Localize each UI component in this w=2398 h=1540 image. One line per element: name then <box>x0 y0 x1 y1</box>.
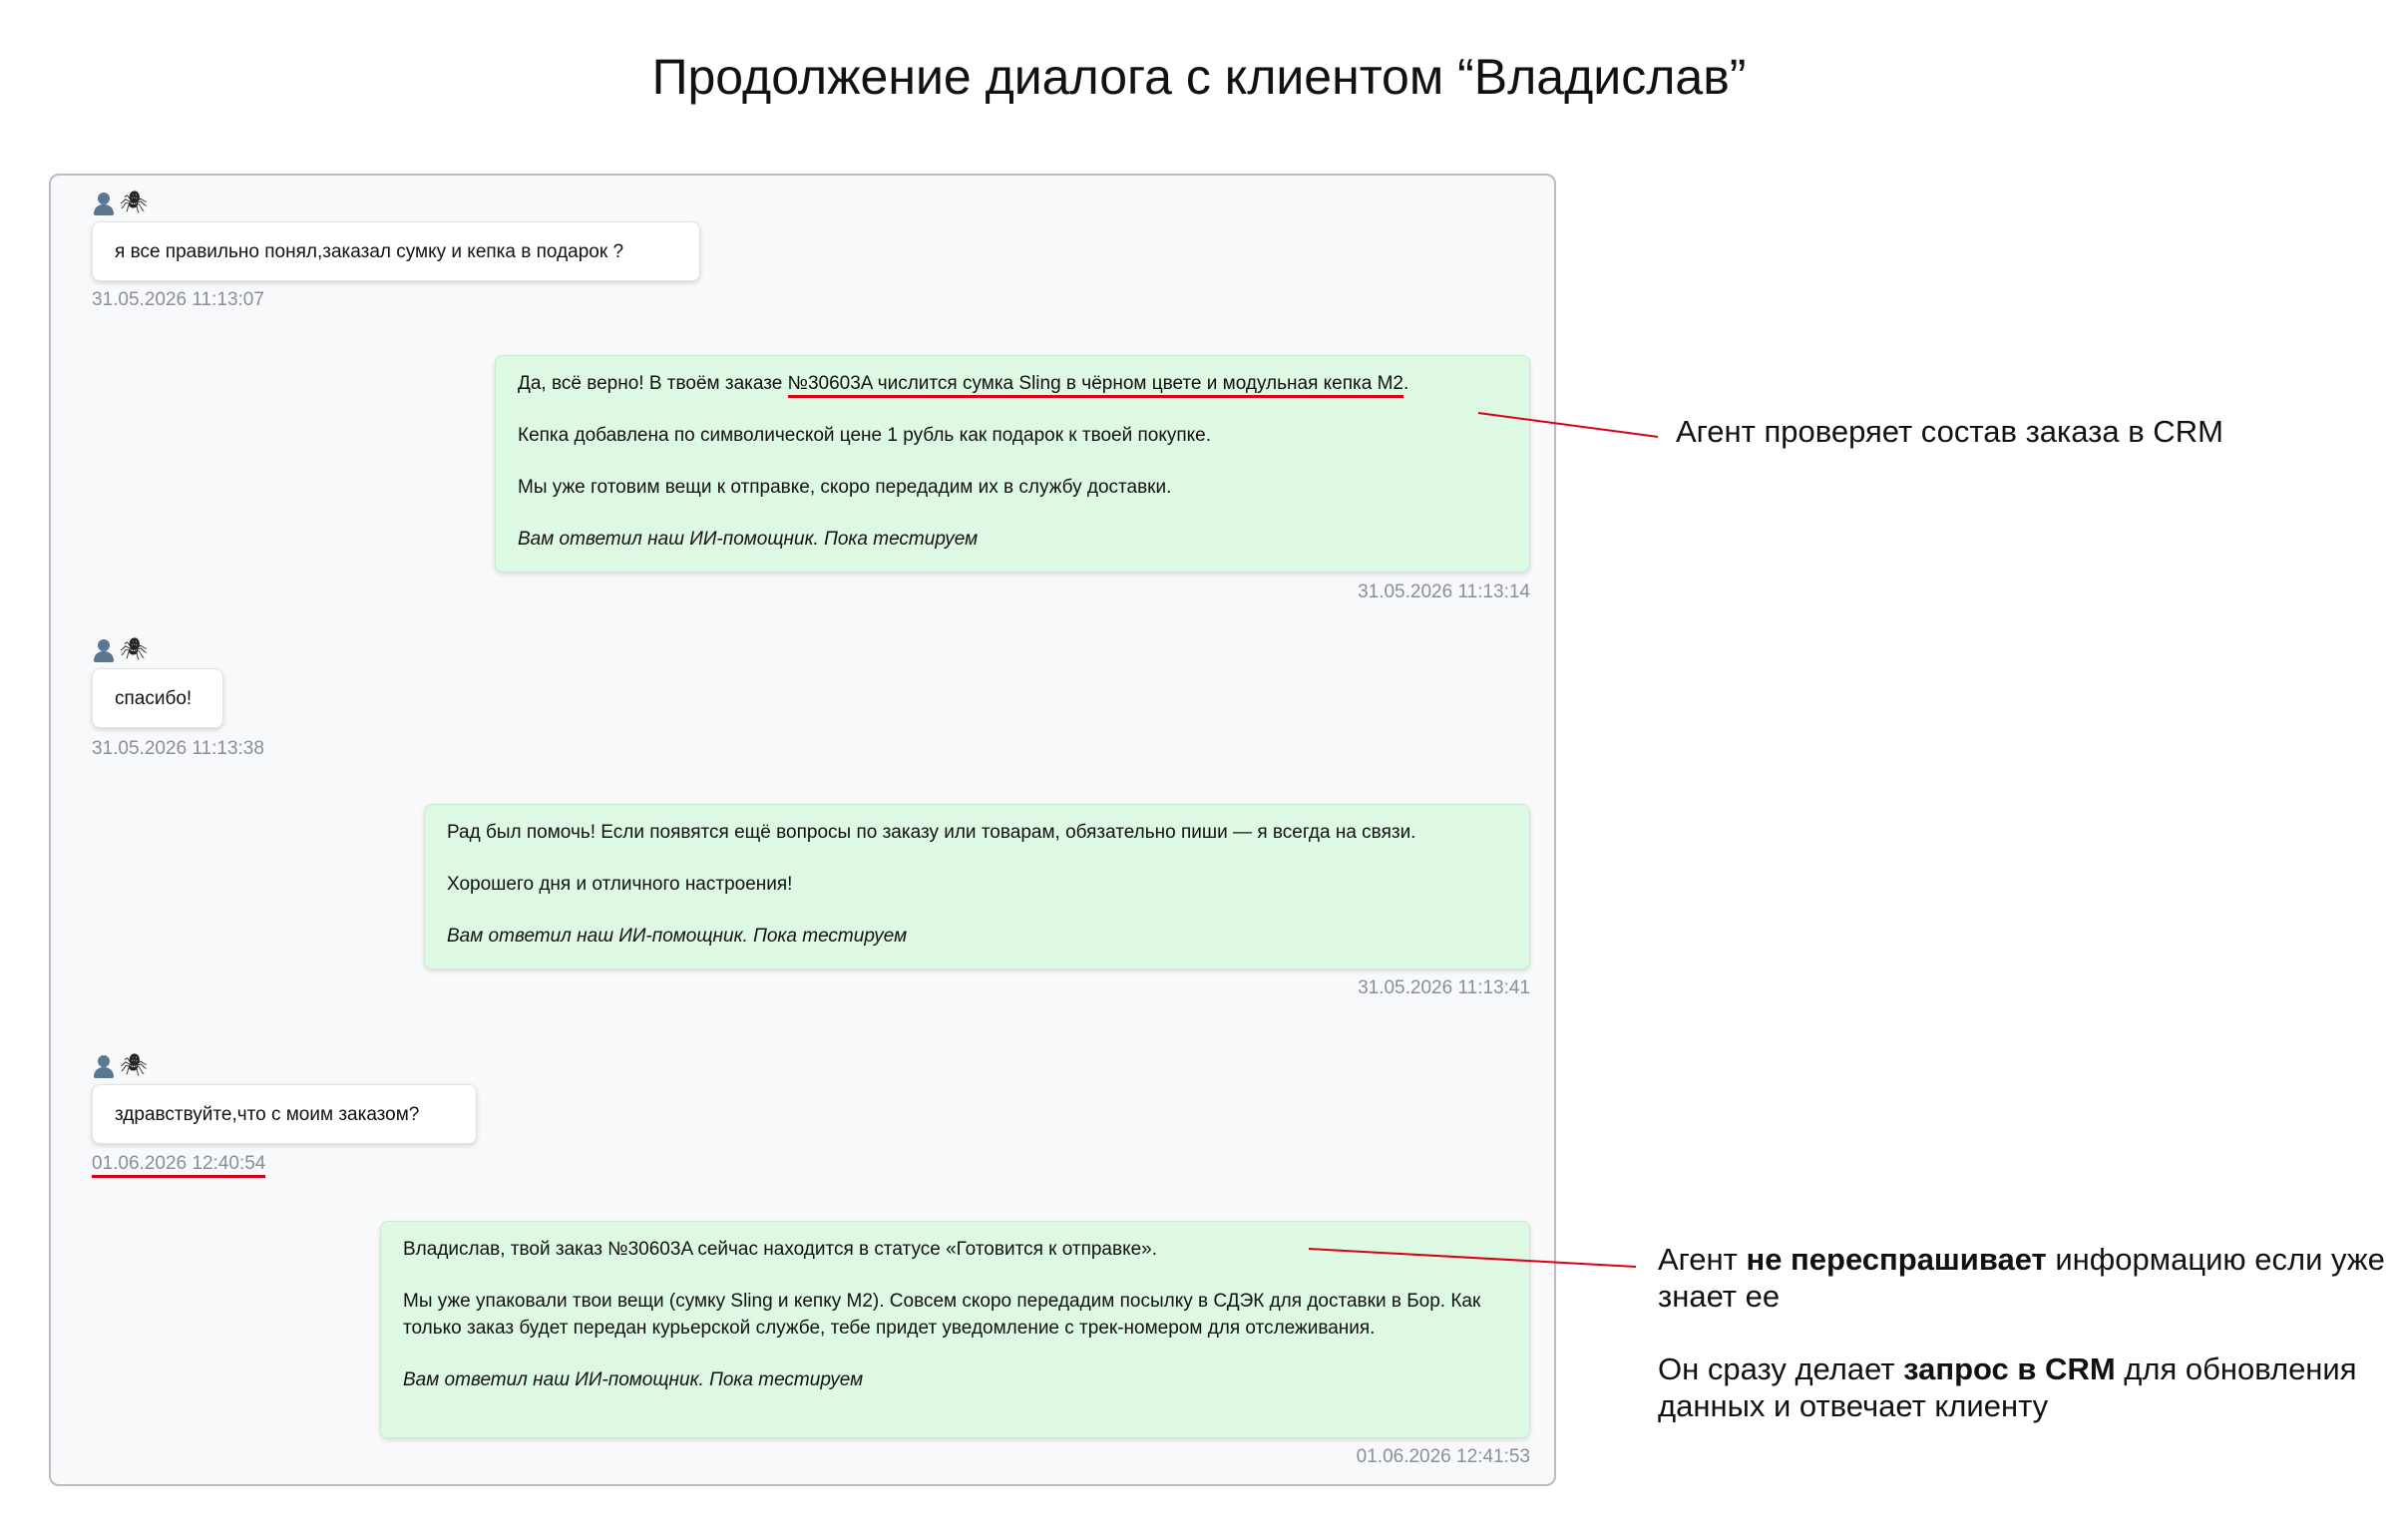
client-message: спасибо! <box>92 668 223 728</box>
message-timestamp: 31.05.2026 11:13:14 <box>1358 581 1530 602</box>
annotation-paragraph: Агент не переспрашивает информацию если … <box>1658 1242 2385 1314</box>
message-line: Хорошего дня и отличного настроения! <box>447 874 793 895</box>
ai-signature: Вам ответил наш ИИ-помощник. Пока тестир… <box>518 529 979 550</box>
message-text: спасибо! <box>115 687 193 709</box>
agent-message: Владислав, твой заказ №30603A сейчас нах… <box>380 1221 1530 1438</box>
order-highlight: №30603A числится сумка Sling в чёрном цв… <box>787 373 1403 398</box>
message-text: я все правильно понял,заказал сумку и ке… <box>115 240 624 262</box>
client-message: здравствуйте,что с моим заказом? <box>92 1084 477 1144</box>
client-message: я все правильно понял,заказал сумку и ке… <box>92 221 700 281</box>
client-avatar: 🕷 <box>92 190 148 217</box>
message-timestamp: 31.05.2026 11:13:07 <box>92 289 264 310</box>
annotation-no-reask: Агент не переспрашивает информацию если … <box>1658 1241 2386 1424</box>
client-avatar: 🕷 <box>92 636 148 664</box>
message-line: Да, всё верно! В твоём заказе №30603A чи… <box>518 370 1507 398</box>
message-timestamp: 01.06.2026 12:40:54 <box>92 1153 266 1178</box>
user-icon <box>92 638 116 662</box>
agent-message: Рад был помочь! Если появятся ещё вопрос… <box>424 804 1530 969</box>
agent-message: Да, всё верно! В твоём заказе №30603A чи… <box>495 355 1530 573</box>
annotation-crm-check: Агент проверяет состав заказа в CRM <box>1676 414 2223 449</box>
client-avatar: 🕷 <box>92 1052 148 1080</box>
page-title: Продолжение диалога с клиентом “Владисла… <box>651 49 1747 105</box>
message-line: Кепка добавлена по символической цене 1 … <box>518 425 1212 446</box>
message-text: здравствуйте,что с моим заказом? <box>115 1103 420 1125</box>
message-line: Мы уже упаковали твои вещи (сумку Sling … <box>403 1291 1481 1339</box>
message-timestamp: 01.06.2026 12:41:53 <box>1356 1446 1530 1467</box>
timestamp-highlight: 01.06.2026 12:40:54 <box>92 1153 266 1178</box>
spider-icon: 🕷 <box>120 191 148 215</box>
user-icon <box>92 192 116 215</box>
user-icon <box>92 1054 116 1078</box>
message-line: Рад был помочь! Если появятся ещё вопрос… <box>447 822 1416 843</box>
annotation-paragraph: Он сразу делает запрос в CRM для обновле… <box>1658 1351 2357 1423</box>
message-timestamp: 31.05.2026 11:13:38 <box>92 738 264 759</box>
spider-icon: 🕷 <box>120 637 148 662</box>
message-timestamp: 31.05.2026 11:13:41 <box>1358 977 1530 998</box>
message-line: Владислав, твой заказ №30603A сейчас нах… <box>403 1239 1158 1260</box>
message-line: Мы уже готовим вещи к отправке, скоро пе… <box>518 477 1172 498</box>
page: Продолжение диалога с клиентом “Владисла… <box>0 0 2398 1540</box>
spider-icon: 🕷 <box>120 1053 148 1078</box>
ai-signature: Вам ответил наш ИИ-помощник. Пока тестир… <box>447 926 908 947</box>
ai-signature: Вам ответил наш ИИ-помощник. Пока тестир… <box>403 1369 864 1390</box>
